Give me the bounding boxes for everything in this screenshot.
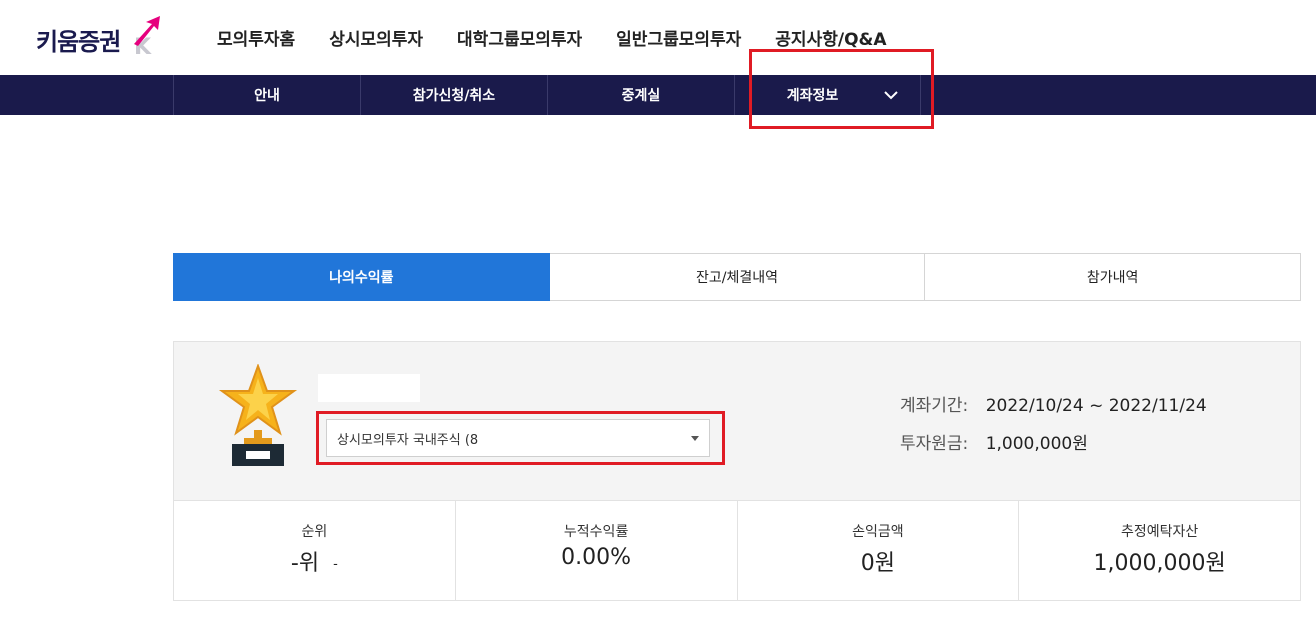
tab-my-return[interactable]: 나의수익률 [173,253,550,301]
nav-notice-qa[interactable]: 공지사항/Q&A [775,25,886,50]
stat-profit-loss-value: 0원 [860,551,895,576]
nav-university-group[interactable]: 대학그룹모의투자 [457,25,582,50]
stat-profit-loss-label: 손익금액 [852,524,904,540]
kiwoom-logo[interactable]: 키움증권 K [36,14,166,58]
chevron-down-icon[interactable] [884,88,898,102]
account-number-mask [497,428,545,448]
stat-estimated-assets: 추정예탁자산 1,000,000원 [1018,501,1300,600]
stat-rank-value: -위 - [174,545,455,577]
trophy-icon [218,364,298,466]
dropdown-arrow-icon [691,436,699,441]
logo-text: 키움증권 [36,28,121,56]
tab-balance-trades[interactable]: 잔고/체결내역 [549,253,926,301]
sub-nav: 안내 참가신청/취소 중계실 계좌정보 [0,75,1316,115]
stat-rank-suffix: - [333,556,338,572]
account-period-label: 계좌기간: [900,396,969,416]
tab-participation-history[interactable]: 참가내역 [925,253,1302,301]
subnav-apply-cancel-label: 참가신청/취소 [412,88,496,104]
main-nav: 모의투자홈 상시모의투자 대학그룹모의투자 일반그룹모의투자 공지사항/Q&A [200,0,921,75]
user-name-masked [318,374,420,402]
account-info-panel: 상시모의투자 국내주식 (8 1) 계좌기간: 2022/10/24 ~ 202… [173,341,1301,501]
nav-regular-mock[interactable]: 상시모의투자 [329,25,423,50]
investment-principal-value: 1,000,000원 [985,434,1088,454]
nav-mock-home[interactable]: 모의투자홈 [217,25,295,50]
stat-cumulative-return: 누적수익률 0.00% [454,501,737,600]
subnav-broadcast-label: 중계실 [621,88,661,104]
investment-principal-label: 투자원금: [900,434,969,454]
account-period-value: 2022/10/24 ~ 2022/11/24 [985,396,1207,416]
logo-arrow-icon: K [134,16,160,58]
stat-rank-label: 순위 [301,524,328,540]
stat-profit-loss: 손익금액 0원 [736,501,1019,600]
account-select-value: 상시모의투자 국내주식 (8 [337,432,479,448]
stat-estimated-assets-value: 1,000,000원 [1093,551,1226,576]
stat-rank-number: -위 [290,551,320,576]
stat-cumulative-return-label: 누적수익률 [563,524,629,540]
account-select[interactable]: 상시모의투자 국내주식 (8 1) [326,419,710,457]
top-header: 키움증권 K 모의투자홈 상시모의투자 대학그룹모의투자 일반그룹모의투자 공지… [0,0,1316,75]
stat-estimated-assets-label: 추정예탁자산 [1120,524,1199,540]
nav-general-group[interactable]: 일반그룹모의투자 [616,25,741,50]
account-period: 계좌기간: 2022/10/24 ~ 2022/11/24 [900,391,1207,416]
subnav-broadcast[interactable]: 중계실 [547,75,734,115]
subnav-account-info[interactable]: 계좌정보 [734,75,921,115]
account-tabs: 나의수익률 잔고/체결내역 참가내역 [173,253,1302,301]
investment-principal: 투자원금: 1,000,000원 [900,429,1088,454]
stat-rank: 순위 -위 - [174,501,455,600]
stat-cumulative-return-value: 0.00% [561,545,632,570]
stats-row: 순위 -위 - 누적수익률 0.00% 손익금액 0원 추정예탁자산 1,000,… [173,501,1301,601]
subnav-account-info-label: 계좌정보 [786,88,839,104]
subnav-guide-label: 안내 [254,88,280,104]
subnav-guide[interactable]: 안내 [173,75,360,115]
subnav-apply-cancel[interactable]: 참가신청/취소 [360,75,547,115]
